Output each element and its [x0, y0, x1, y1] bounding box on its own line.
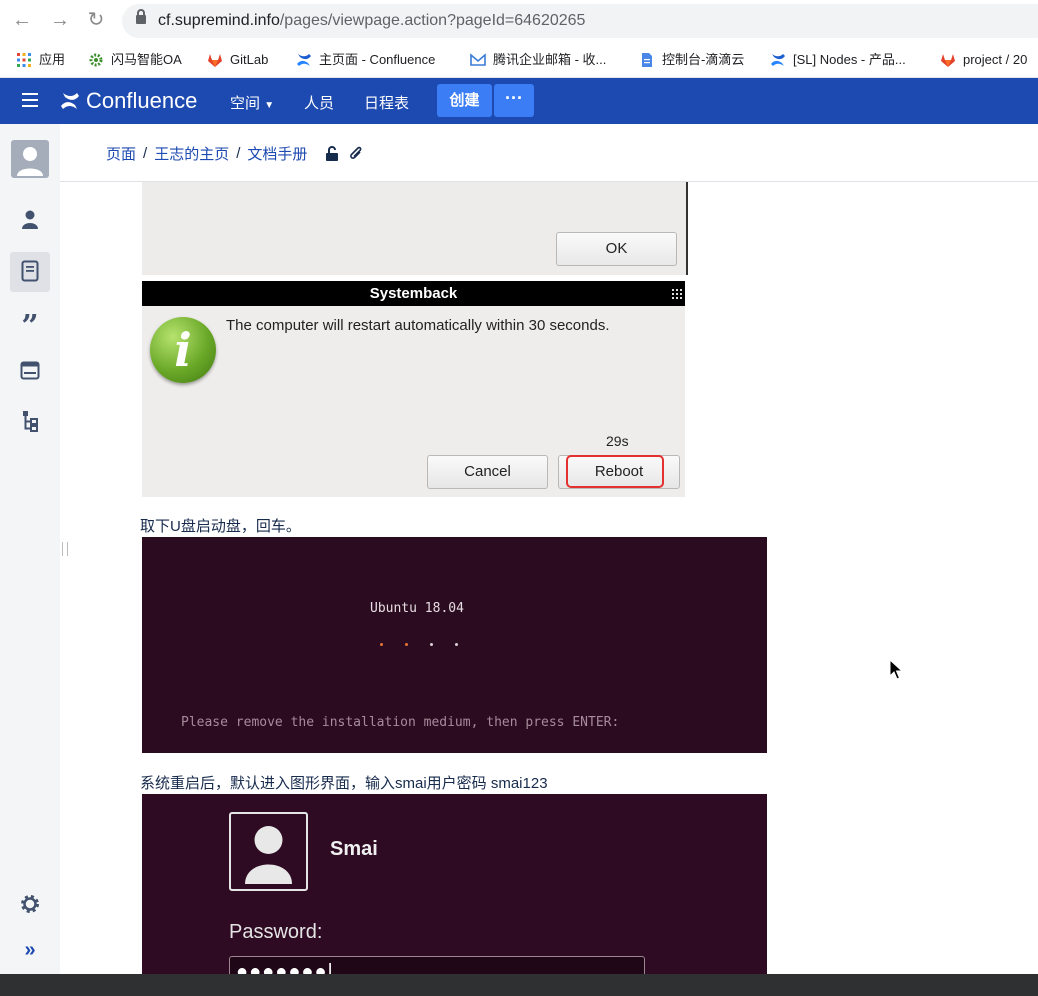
url-path: /pages/viewpage.action?pageId=64620265 — [279, 12, 586, 29]
bookmark-confluence-home[interactable]: 主页面 - Confluence — [296, 50, 435, 70]
password-label: Password: — [229, 921, 323, 943]
bottom-bar — [0, 974, 1038, 996]
forward-arrow-icon[interactable]: → — [48, 8, 72, 32]
login-username: Smai — [330, 838, 378, 860]
dialog-title: Systemback — [142, 281, 685, 306]
bookmark-mail[interactable]: 腾讯企业邮箱 - 收... — [470, 50, 606, 70]
bookmark-label: [SL] Nodes - 产品... — [793, 52, 906, 67]
breadcrumb: 页面 / 王志的主页 / 文档手册 — [106, 143, 363, 164]
chevron-down-icon: ▼ — [264, 100, 275, 111]
breadcrumb-separator: / — [236, 145, 241, 162]
remove-media-message: Please remove the installation medium, t… — [181, 715, 620, 730]
progress-dot — [380, 643, 383, 646]
gitlab-icon — [208, 54, 222, 67]
bookmark-apps[interactable]: 应用 — [16, 50, 65, 70]
bookmark-sl-nodes[interactable]: [SL] Nodes - 产品... — [770, 50, 906, 70]
nav-spaces[interactable]: 空间 ▼ — [230, 92, 274, 113]
bookmark-label: 闪马智能OA — [111, 52, 182, 67]
cancel-button: Cancel — [427, 455, 548, 489]
breadcrumb-separator: / — [143, 145, 148, 162]
bookmark-oa[interactable]: 闪马智能OA — [88, 50, 182, 70]
info-icon: i — [150, 317, 216, 383]
url-host: cf.supremind.info — [158, 12, 280, 29]
gear-flower-icon — [89, 53, 103, 67]
countdown-text: 29s — [606, 433, 629, 449]
ok-button: OK — [556, 232, 677, 266]
gitlab-icon — [941, 54, 955, 67]
more-create-button[interactable]: ··· — [494, 84, 534, 117]
confluence-icon — [771, 54, 785, 66]
bookmark-label: 腾讯企业邮箱 - 收... — [493, 52, 607, 67]
confluence-logo-icon — [61, 93, 79, 109]
mail-icon — [470, 53, 486, 66]
bookmark-project[interactable]: project / 20 — [940, 50, 1027, 70]
unlock-icon[interactable] — [325, 145, 339, 162]
screenshot-ubuntu-boot: Ubuntu 18.04 Please remove the installat… — [142, 537, 767, 753]
nav-people[interactable]: 人员 — [304, 92, 334, 113]
expand-sidebar-icon[interactable]: » — [18, 938, 42, 962]
progress-dot — [405, 643, 408, 646]
person-icon[interactable] — [18, 210, 42, 234]
space-sidebar: ” » — [0, 124, 60, 974]
password-field: ●●●●●●●| — [229, 956, 645, 974]
document-icon — [642, 53, 652, 67]
reload-icon[interactable]: ↻ — [84, 8, 108, 32]
grip-icon — [672, 289, 682, 299]
screenshot-ubuntu-login: Smai Password: ●●●●●●●| — [142, 794, 767, 974]
reboot-highlight — [566, 455, 664, 488]
bookmark-label: project / 20 — [963, 52, 1028, 67]
breadcrumb-pages[interactable]: 页面 — [106, 143, 136, 164]
avatar[interactable] — [11, 140, 49, 178]
bookmark-didi[interactable]: 控制台-滴滴云 — [639, 50, 744, 70]
address-bar[interactable]: cf.supremind.info/pages/viewpage.action?… — [122, 4, 1038, 38]
screenshot-ok-dialog: OK — [142, 182, 688, 275]
avatar-icon — [17, 147, 43, 176]
confluence-logo[interactable]: Confluence — [60, 88, 197, 114]
confluence-header: Confluence 空间 ▼ 人员 日程表 创建 ··· — [0, 78, 1038, 124]
create-button[interactable]: 创建 — [437, 84, 492, 117]
screenshot-systemback-dialog: Systemback i The computer will restart a… — [142, 281, 685, 497]
ubuntu-version: Ubuntu 18.04 — [370, 601, 464, 616]
attachment-icon[interactable] — [349, 146, 363, 162]
quote-icon[interactable]: ” — [18, 310, 42, 344]
caption-remove-usb: 取下U盘启动盘，回车。 — [140, 518, 301, 535]
lock-icon — [136, 9, 146, 24]
confluence-icon — [297, 54, 311, 66]
browser-toolbar: ← → ↻ cf.supremind.info/pages/viewpage.a… — [0, 0, 1038, 42]
mouse-cursor-icon — [889, 659, 903, 680]
bookmark-label: 主页面 - Confluence — [319, 52, 436, 67]
bookmark-label: GitLab — [230, 52, 269, 67]
page-content: OK Systemback i The computer will restar… — [60, 182, 1038, 974]
apps-grid-icon — [17, 53, 31, 67]
bookmark-label: 应用 — [39, 52, 66, 67]
progress-dot — [430, 643, 433, 646]
user-avatar-icon — [229, 812, 308, 891]
logo-text: Confluence — [86, 88, 198, 113]
breadcrumb-docs[interactable]: 文档手册 — [247, 143, 307, 164]
tree-icon[interactable] — [18, 410, 42, 434]
pages-icon[interactable] — [18, 260, 42, 284]
bookmark-label: 控制台-滴滴云 — [662, 52, 745, 67]
menu-icon[interactable] — [22, 93, 38, 107]
settings-icon[interactable] — [18, 894, 42, 918]
url-text[interactable]: cf.supremind.info/pages/viewpage.action?… — [158, 12, 585, 30]
calendar-icon[interactable] — [18, 360, 42, 384]
breadcrumb-home[interactable]: 王志的主页 — [154, 143, 229, 164]
nav-calendar[interactable]: 日程表 — [364, 92, 409, 113]
back-arrow-icon[interactable]: ← — [10, 8, 34, 32]
nav-spaces-label: 空间 — [230, 95, 261, 112]
bookmark-gitlab[interactable]: GitLab — [207, 50, 268, 70]
progress-dot — [455, 643, 458, 646]
bookmarks-bar: 应用 闪马智能OA GitLab 主页面 - Confluence 腾讯企业邮箱… — [0, 42, 1038, 78]
caption-login: 系统重启后，默认进入图形界面，输入smai用户密码 smai123 — [140, 775, 548, 792]
dialog-message: The computer will restart automatically … — [226, 317, 610, 334]
